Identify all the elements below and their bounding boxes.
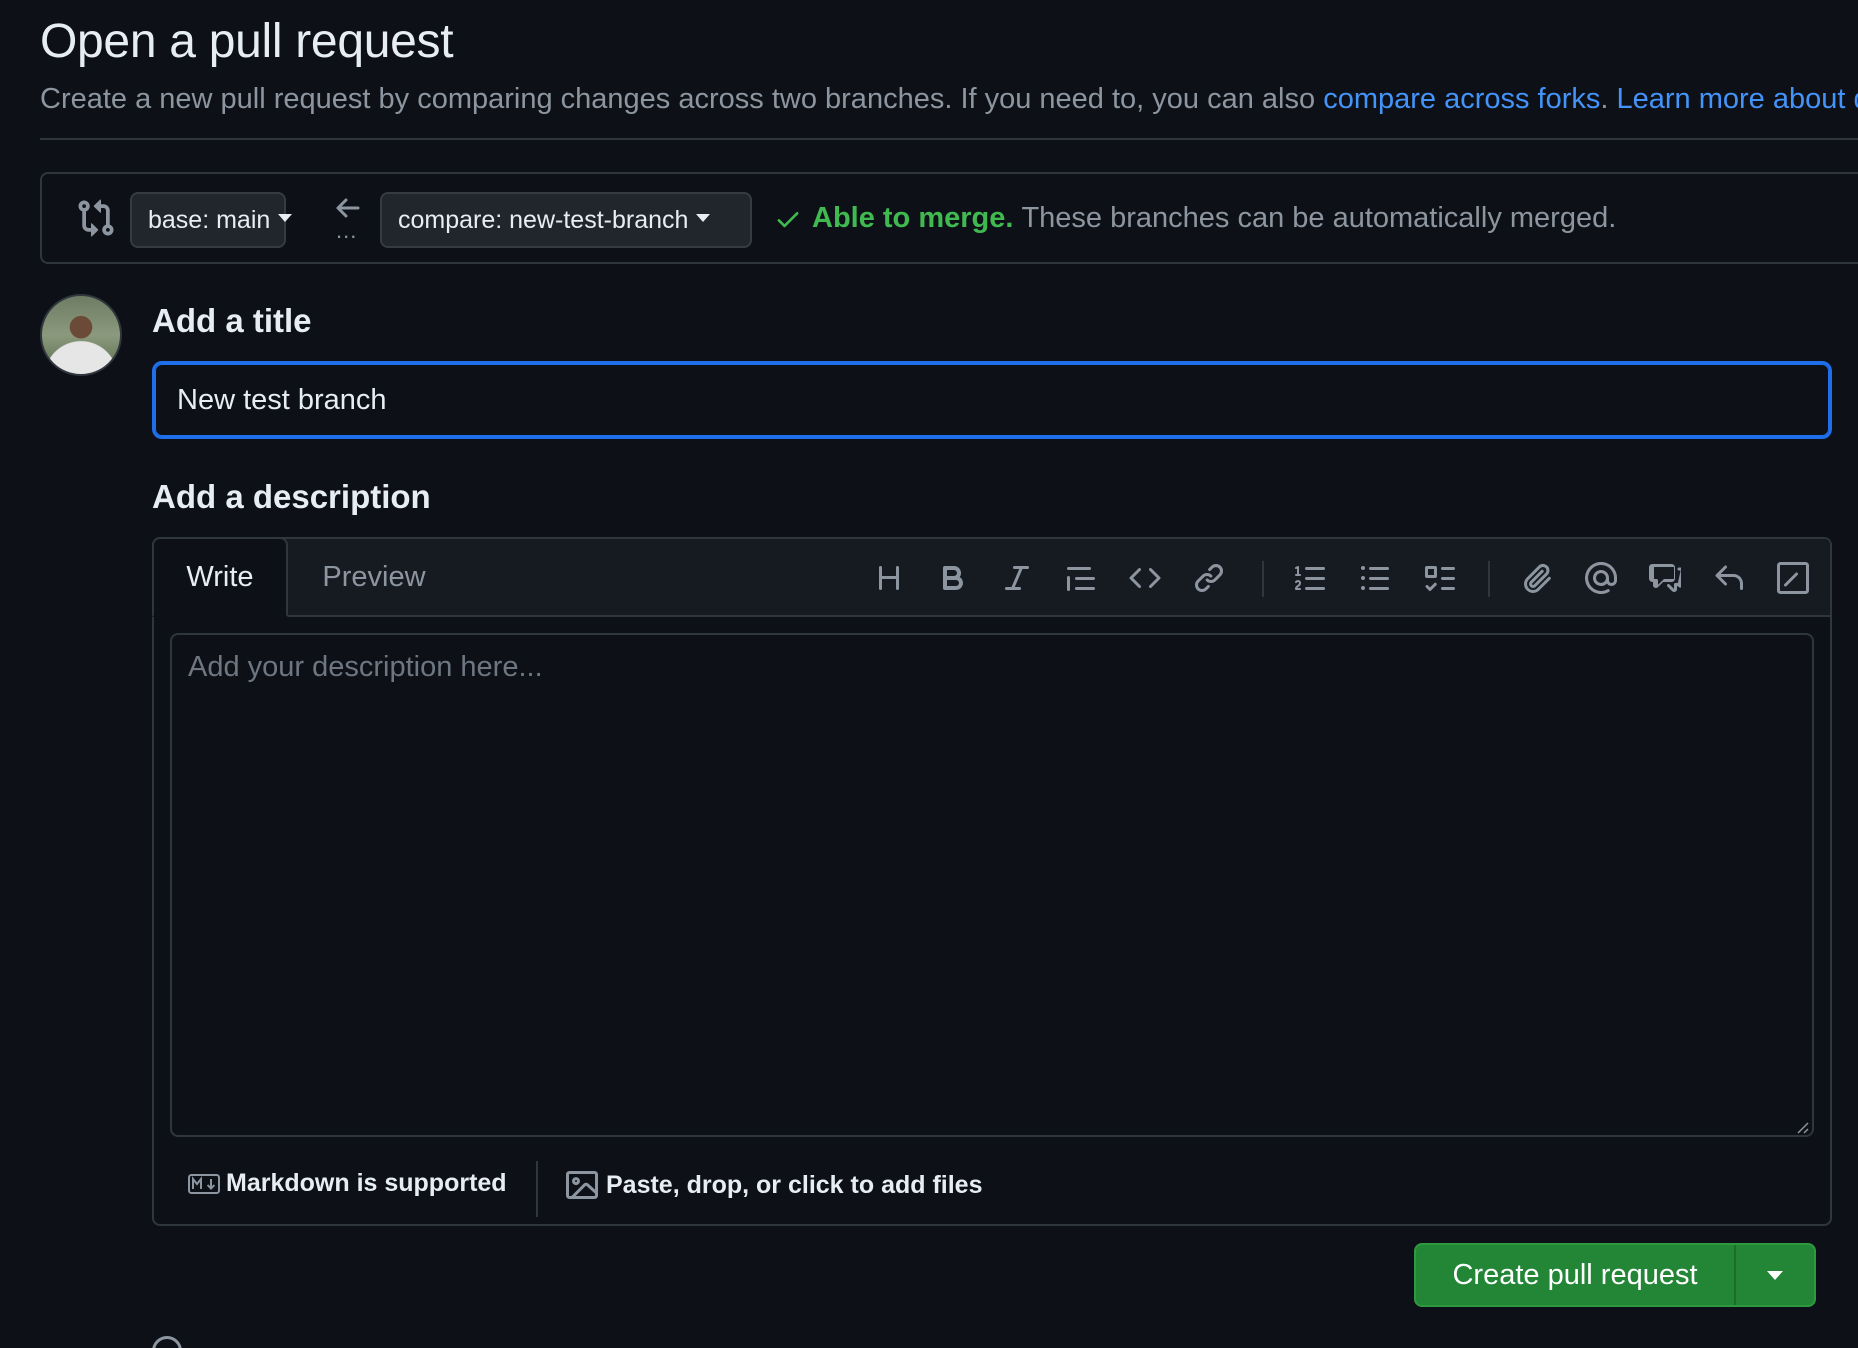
unordered-list-icon[interactable] xyxy=(1354,557,1396,599)
link-icon[interactable] xyxy=(1188,557,1230,599)
title-heading: Add a title xyxy=(152,302,312,339)
learn-more-link[interactable]: Learn more about d xyxy=(1617,83,1858,115)
image-icon xyxy=(566,1171,598,1199)
git-compare-icon xyxy=(78,199,114,237)
reply-icon[interactable] xyxy=(1708,557,1750,599)
tab-write[interactable]: Write xyxy=(152,537,288,617)
avatar xyxy=(40,294,122,376)
create-options-dropdown[interactable] xyxy=(1734,1245,1814,1305)
cross-reference-icon[interactable] xyxy=(1644,557,1686,599)
description-textarea[interactable] xyxy=(170,633,1814,1137)
compare-direction: ... xyxy=(330,192,370,252)
page-title: Open a pull request xyxy=(40,15,454,68)
markdown-supported-link[interactable]: Markdown is supported xyxy=(188,1169,507,1198)
header-divider xyxy=(40,138,1858,140)
slash-commands-icon[interactable] xyxy=(1772,557,1814,599)
toolbar-divider xyxy=(1488,561,1490,597)
resize-handle-icon[interactable] xyxy=(1794,1119,1810,1135)
italic-icon[interactable] xyxy=(996,557,1038,599)
subtitle-period: . xyxy=(1600,83,1609,115)
check-icon xyxy=(777,211,799,227)
page-subtitle: Create a new pull request by comparing c… xyxy=(40,83,1858,116)
merge-ok-text: Able to merge. xyxy=(812,202,1014,234)
compare-branch-label: compare: new-test-branch xyxy=(398,205,689,234)
heading-icon[interactable] xyxy=(868,557,910,599)
chevron-down-icon xyxy=(696,214,711,222)
create-pull-request-button[interactable]: Create pull request xyxy=(1416,1245,1734,1305)
info-icon xyxy=(152,1336,182,1348)
branch-range-editor: base: main ... compare: new-test-branch … xyxy=(40,172,1858,264)
compare-branch-select[interactable]: compare: new-test-branch xyxy=(380,192,752,248)
add-files-button[interactable]: Paste, drop, or click to add files xyxy=(566,1169,983,1201)
add-files-label: Paste, drop, or click to add files xyxy=(606,1170,983,1199)
description-editor: Write Preview Add your description here.… xyxy=(152,537,1832,1226)
subtitle-text: Create a new pull request by comparing c… xyxy=(40,83,1324,115)
markdown-icon xyxy=(188,1173,220,1194)
chevron-down-icon xyxy=(1767,1270,1783,1280)
base-branch-select[interactable]: base: main xyxy=(130,192,293,248)
ellipsis-text: ... xyxy=(336,218,358,243)
description-heading: Add a description xyxy=(152,478,431,515)
chevron-down-icon xyxy=(278,214,293,222)
editor-footer: Markdown is supported Paste, drop, or cl… xyxy=(154,1151,1830,1226)
base-branch-label: base: main xyxy=(148,205,271,234)
footer-divider xyxy=(536,1161,538,1217)
toolbar-divider xyxy=(1262,561,1264,597)
numbered-list-icon[interactable] xyxy=(1290,557,1332,599)
task-list-icon[interactable] xyxy=(1418,557,1460,599)
editor-header: Write Preview xyxy=(152,537,1830,617)
code-icon[interactable] xyxy=(1124,557,1166,599)
tab-preview[interactable]: Preview xyxy=(288,537,460,617)
title-input[interactable] xyxy=(152,361,1832,439)
create-pull-request-group: Create pull request xyxy=(1414,1243,1816,1307)
bold-icon[interactable] xyxy=(932,557,974,599)
attach-file-icon[interactable] xyxy=(1516,557,1558,599)
page: Open a pull request Create a new pull re… xyxy=(0,0,1858,1348)
mention-icon[interactable] xyxy=(1580,557,1622,599)
quote-icon[interactable] xyxy=(1060,557,1102,599)
compare-across-forks-link[interactable]: compare across forks xyxy=(1323,83,1600,115)
merge-status: Able to merge. These branches can be aut… xyxy=(774,202,1616,235)
merge-detail-text: These branches can be automatically merg… xyxy=(1021,202,1617,234)
markdown-label: Markdown is supported xyxy=(226,1169,507,1197)
